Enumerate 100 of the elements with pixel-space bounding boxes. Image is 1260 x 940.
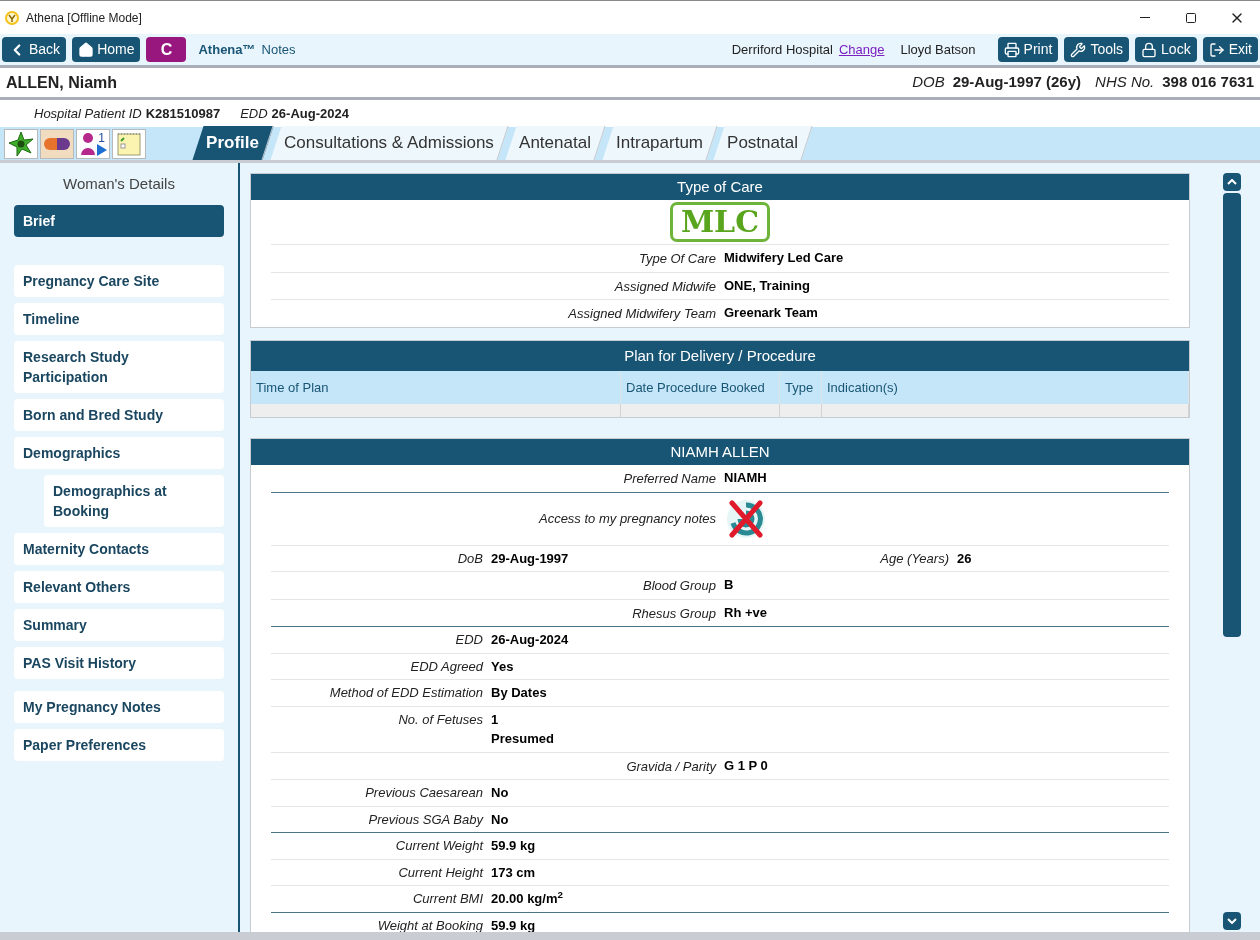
sidebar-item[interactable]: Summary xyxy=(14,608,224,641)
dob-value: 29-Aug-1997 (26y) xyxy=(952,72,1082,93)
tab[interactable]: Consultations & Admissions xyxy=(270,126,509,160)
nhs-value: 398 016 7631 xyxy=(1162,72,1254,93)
quick-access-button[interactable] xyxy=(4,128,38,159)
app-section: Notes xyxy=(261,39,296,60)
sidebar-item[interactable]: PAS Visit History xyxy=(14,646,224,679)
scroll-up-button[interactable] xyxy=(1223,173,1241,191)
field-value: Rh +ve xyxy=(724,603,768,622)
exit-button[interactable]: Exit xyxy=(1202,37,1258,62)
field-label: Previous Caesarean xyxy=(365,784,483,802)
hospital-name: Derriford Hospital xyxy=(731,40,833,59)
field-value: Presumed xyxy=(491,730,555,748)
home-icon xyxy=(78,41,95,58)
field-value: Greenark Team xyxy=(724,304,819,322)
field-label: Rhesus Group xyxy=(632,604,716,623)
quick-access-button[interactable] xyxy=(40,128,74,159)
play-icon xyxy=(96,143,107,156)
notepad-icon xyxy=(116,130,142,157)
field-value: 59.9 kg xyxy=(491,916,537,932)
window-title: Athena [Offline Mode] xyxy=(26,9,142,27)
sidebar-item[interactable]: Timeline xyxy=(14,302,224,335)
tab[interactable]: Profile xyxy=(192,126,274,160)
lock-icon xyxy=(1141,41,1158,58)
sidebar-item[interactable]: My Pregnancy Notes xyxy=(14,690,224,723)
lock-button[interactable]: Lock xyxy=(1135,37,1197,62)
field-label: Current Height xyxy=(398,863,483,882)
exit-icon xyxy=(1208,41,1225,58)
chevron-up-icon xyxy=(1227,179,1237,185)
hospital-id-value: K281510987 xyxy=(145,104,221,123)
patient-name: ALLEN, Niamh xyxy=(6,72,118,93)
pill-icon xyxy=(43,136,71,151)
field-label: Method of EDD Estimation xyxy=(329,684,483,702)
field-value: B xyxy=(724,576,735,594)
field-value: 26 xyxy=(957,549,973,568)
tab[interactable]: Antenatal xyxy=(505,126,606,160)
field-label: No. of Fetuses xyxy=(398,710,483,729)
field-value: 26-Aug-2024 xyxy=(491,631,570,649)
sidebar-item[interactable]: Born and Bred Study xyxy=(14,398,224,431)
scrollbar-thumb[interactable] xyxy=(1223,193,1241,637)
field-value: NIAMH xyxy=(724,469,768,487)
field-label: Blood Group xyxy=(643,577,716,595)
printer-icon xyxy=(1003,41,1020,58)
field-label: Gravida / Parity xyxy=(626,757,716,776)
chevron-down-icon xyxy=(1227,918,1237,924)
print-button[interactable]: Print xyxy=(997,37,1059,62)
field-label: Age (Years) xyxy=(880,549,949,568)
nhs-label: NHS No. xyxy=(1095,72,1155,93)
tab[interactable]: Postnatal xyxy=(713,126,813,160)
maximize-icon xyxy=(1185,11,1197,24)
user-name: Lloyd Batson xyxy=(900,40,976,59)
field-label: Previous SGA Baby xyxy=(368,810,483,829)
field-value: 20.00 kg/m$^{2}$ xyxy=(491,889,564,908)
field-value: G 1 P 0 xyxy=(724,756,769,775)
field-value: 1 xyxy=(491,710,500,729)
field-value: By Dates xyxy=(491,684,548,702)
person-icon xyxy=(79,131,96,156)
c-button[interactable]: C xyxy=(146,37,187,62)
sidebar-title: Woman's Details xyxy=(63,174,175,194)
sidebar-item[interactable]: Relevant Others xyxy=(14,570,224,603)
field-value: No xyxy=(491,784,510,802)
dob-label: DOB xyxy=(912,72,945,93)
field-label: Type Of Care xyxy=(638,250,716,268)
tools-button[interactable]: Tools xyxy=(1064,37,1130,62)
tab[interactable]: Intrapartum xyxy=(602,126,717,160)
change-link[interactable]: Change xyxy=(838,39,885,60)
sidebar-item[interactable]: Research Study Participation xyxy=(14,340,224,393)
field-label: Weight at Booking xyxy=(377,916,483,932)
sidebar-item[interactable]: Brief xyxy=(14,204,224,237)
wrench-icon xyxy=(1070,41,1087,58)
field-label: DoB xyxy=(457,549,483,568)
field-value: Yes xyxy=(491,657,515,676)
quick-access-button[interactable]: 1 xyxy=(76,128,110,159)
section-header: NIAMH ALLEN xyxy=(251,439,1189,465)
app-name: Athena™ xyxy=(198,40,256,59)
app-logo-icon xyxy=(4,9,20,26)
field-label: Assigned Midwifery Team xyxy=(568,305,716,323)
field-label: Preferred Name xyxy=(623,470,716,488)
field-label: EDD xyxy=(455,631,483,649)
field-label: Current BMI xyxy=(412,890,483,908)
scroll-down-button[interactable] xyxy=(1223,912,1241,930)
field-value: ONE, Training xyxy=(724,276,811,295)
field-label: EDD Agreed xyxy=(410,657,483,676)
edd-value: 26-Aug-2024 xyxy=(271,104,349,123)
back-button[interactable]: Back xyxy=(2,37,67,62)
sidebar-item[interactable]: Pregnancy Care Site xyxy=(14,264,224,297)
sidebar-item[interactable]: Demographics at Booking xyxy=(44,474,224,527)
field-value: 59.9 kg xyxy=(491,837,537,855)
field-label: Assigned Midwife xyxy=(614,277,716,296)
care-type-stamp: MLC xyxy=(669,202,771,242)
field-value: 173 cm xyxy=(491,863,537,882)
hospital-id-label: Hospital Patient ID xyxy=(34,104,142,123)
edd-label: EDD xyxy=(240,104,268,123)
home-button[interactable]: Home xyxy=(72,37,141,62)
field-value: No xyxy=(491,810,510,829)
field-value: Midwifery Led Care xyxy=(724,249,845,267)
sidebar-item[interactable]: Maternity Contacts xyxy=(14,532,224,565)
sidebar-item[interactable]: Paper Preferences xyxy=(14,728,224,761)
count-label: 1 xyxy=(98,131,105,144)
sidebar-item[interactable]: Demographics xyxy=(14,436,224,469)
